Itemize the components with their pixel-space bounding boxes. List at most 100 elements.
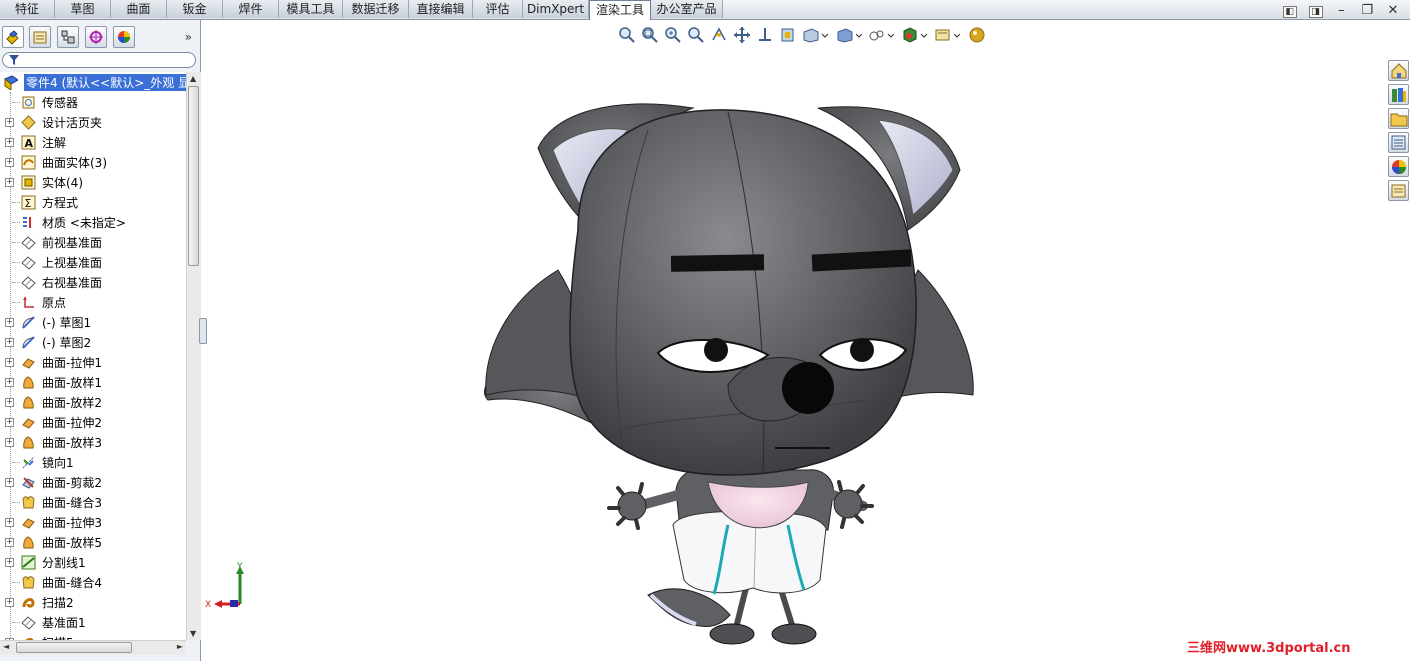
tree-item[interactable]: + 曲面-拉伸1 bbox=[0, 352, 186, 372]
tree-item[interactable]: + 曲面实体(3) bbox=[0, 152, 186, 172]
appearances-tab[interactable] bbox=[1388, 156, 1409, 177]
tree-item[interactable]: 曲面-缝合4 bbox=[0, 572, 186, 592]
feature-manager-tab[interactable] bbox=[2, 26, 24, 48]
expand-toggle[interactable]: + bbox=[5, 318, 14, 327]
appearances-icon bbox=[1392, 160, 1406, 174]
feature-filter-input[interactable] bbox=[2, 52, 196, 68]
scroll-thumb[interactable] bbox=[188, 86, 199, 266]
tree-item[interactable]: 上视基准面 bbox=[0, 252, 186, 272]
display-manager-icon bbox=[118, 31, 130, 43]
tree-root-part[interactable]: 零件4 (默认<<默认>_外观 显 bbox=[0, 72, 186, 92]
triad-y-label: Y bbox=[236, 562, 243, 572]
tab-3[interactable]: 钣金 bbox=[167, 0, 223, 18]
tree-item[interactable]: + 曲面-放样3 bbox=[0, 432, 186, 452]
file-explorer-tab[interactable] bbox=[1388, 108, 1409, 129]
tree-item[interactable]: + 曲面-放样5 bbox=[0, 532, 186, 552]
tree-item[interactable]: 镜向1 bbox=[0, 452, 186, 472]
expand-toggle[interactable]: + bbox=[5, 158, 14, 167]
graphics-area[interactable] bbox=[208, 20, 1386, 661]
custom-properties-tab[interactable] bbox=[1388, 180, 1409, 201]
tree-item[interactable]: 材质 <未指定> bbox=[0, 212, 186, 232]
tree-item-label: 实体(4) bbox=[42, 176, 83, 190]
tree-vertical-scrollbar[interactable]: ▲ ▼ bbox=[186, 72, 201, 640]
expand-toggle[interactable]: + bbox=[5, 478, 14, 487]
tree-item[interactable]: 基准面1 bbox=[0, 612, 186, 632]
plane-icon bbox=[21, 256, 36, 270]
tree-item[interactable]: 曲面-缝合3 bbox=[0, 492, 186, 512]
tab-5[interactable]: 模具工具 bbox=[279, 0, 343, 18]
panel-more-button[interactable]: » bbox=[185, 30, 192, 44]
expand-toggle[interactable]: + bbox=[5, 538, 14, 547]
expand-toggle[interactable]: + bbox=[5, 118, 14, 127]
tab-7[interactable]: 直接编辑 bbox=[409, 0, 473, 18]
surface-extrude-icon bbox=[22, 418, 35, 429]
expand-toggle[interactable]: + bbox=[5, 338, 14, 347]
tab-4[interactable]: 焊件 bbox=[223, 0, 279, 18]
tree-item[interactable]: + 曲面-放样1 bbox=[0, 372, 186, 392]
panel-tabs: » bbox=[0, 24, 200, 50]
view-palette-tab[interactable] bbox=[1388, 132, 1409, 153]
hscroll-thumb[interactable] bbox=[16, 642, 132, 653]
tab-1[interactable]: 草图 bbox=[55, 0, 111, 18]
tab-10[interactable]: 渲染工具 bbox=[589, 0, 651, 20]
expand-toggle[interactable]: + bbox=[5, 418, 14, 427]
design-library-tab[interactable] bbox=[1388, 84, 1409, 105]
tree-item[interactable]: + 曲面-拉伸3 bbox=[0, 512, 186, 532]
tree-item[interactable]: 右视基准面 bbox=[0, 272, 186, 292]
expand-toggle[interactable]: + bbox=[5, 558, 14, 567]
expand-toggle[interactable]: + bbox=[5, 378, 14, 387]
display-manager-tab[interactable] bbox=[113, 26, 135, 48]
tree-item-label: 曲面-放样5 bbox=[42, 536, 102, 550]
tree-item[interactable]: + 扫描2 bbox=[0, 592, 186, 612]
restore-panel-icon[interactable]: ◧ bbox=[1282, 6, 1297, 18]
solidworks-resources-tab[interactable] bbox=[1388, 60, 1409, 81]
tab-0[interactable]: 特征 bbox=[0, 0, 55, 18]
tree-item[interactable]: + 分割线1 bbox=[0, 552, 186, 572]
part-icon bbox=[4, 75, 18, 90]
tree-item[interactable]: + A 注解 bbox=[0, 132, 186, 152]
restore-button[interactable]: ❐ bbox=[1360, 4, 1374, 17]
tab-8[interactable]: 评估 bbox=[473, 0, 523, 18]
tree-item[interactable]: Σ 方程式 bbox=[0, 192, 186, 212]
close-button[interactable]: ✕ bbox=[1386, 4, 1400, 17]
tree-item[interactable]: + 曲面-拉伸2 bbox=[0, 412, 186, 432]
tree-item[interactable]: 前视基准面 bbox=[0, 232, 186, 252]
tree-item[interactable]: + 实体(4) bbox=[0, 172, 186, 192]
configuration-manager-tab[interactable] bbox=[57, 26, 79, 48]
expand-toggle[interactable]: + bbox=[5, 178, 14, 187]
tab-6[interactable]: 数据迁移 bbox=[343, 0, 409, 18]
scroll-up-arrow[interactable]: ▲ bbox=[190, 74, 196, 83]
tree-item[interactable]: + 曲面-剪裁2 bbox=[0, 472, 186, 492]
tab-2[interactable]: 曲面 bbox=[111, 0, 167, 18]
command-manager-tabs: 特征 草图 曲面 钣金 焊件 模具工具 数据迁移 直接编辑 评估 DimXpert 渲染工具 办公室产… bbox=[0, 0, 1410, 20]
scroll-down-arrow[interactable]: ▼ bbox=[190, 629, 196, 638]
expand-toggle[interactable]: + bbox=[5, 438, 14, 447]
expand-toggle[interactable]: + bbox=[5, 598, 14, 607]
tree-item[interactable]: 传感器 bbox=[0, 92, 186, 112]
tab-11[interactable]: 办公室产品 bbox=[651, 0, 723, 18]
expand-toggle[interactable]: + bbox=[5, 138, 14, 147]
property-manager-tab[interactable] bbox=[29, 26, 51, 48]
tree-item-label: 上视基准面 bbox=[42, 256, 103, 270]
expand-toggle[interactable]: + bbox=[5, 398, 14, 407]
scroll-right-arrow[interactable]: ► bbox=[177, 642, 183, 651]
tree-item[interactable]: + (-) 草图1 bbox=[0, 312, 186, 332]
tree-item-label: (-) 草图2 bbox=[42, 336, 92, 350]
tree-item-label: (-) 草图1 bbox=[42, 316, 92, 330]
tree-item[interactable]: 原点 bbox=[0, 292, 186, 312]
split-line-icon bbox=[21, 555, 36, 570]
tree-item[interactable]: + (-) 草图2 bbox=[0, 332, 186, 352]
tree-horizontal-scrollbar[interactable]: ◄ ► bbox=[0, 640, 186, 655]
dimxpert-manager-tab[interactable] bbox=[85, 26, 107, 48]
expand-toggle[interactable]: + bbox=[5, 358, 14, 367]
tree-item[interactable]: + 设计活页夹 bbox=[0, 112, 186, 132]
scroll-left-arrow[interactable]: ◄ bbox=[3, 642, 9, 651]
tab-9[interactable]: DimXpert bbox=[523, 0, 589, 18]
expand-toggle[interactable]: + bbox=[5, 518, 14, 527]
tree-item[interactable]: + 曲面-放样2 bbox=[0, 392, 186, 412]
tree-item[interactable]: +扫描5 bbox=[0, 632, 186, 640]
minimize-button[interactable]: – bbox=[1334, 4, 1348, 17]
triad-x-label: X bbox=[205, 600, 211, 610]
panel-splitter-handle[interactable] bbox=[199, 318, 207, 344]
tile-panel-icon[interactable]: ◨ bbox=[1308, 6, 1323, 18]
